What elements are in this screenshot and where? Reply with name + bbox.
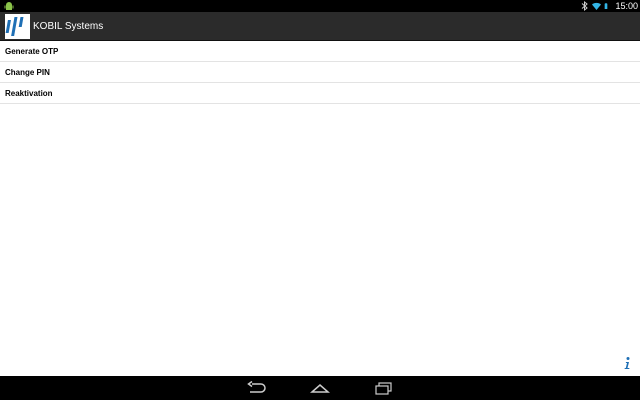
status-icons: 15:00 xyxy=(580,0,638,12)
home-icon xyxy=(310,384,330,393)
app-title: KOBIL Systems xyxy=(33,21,104,32)
change-pin-item[interactable]: Change PIN xyxy=(0,62,640,83)
home-button[interactable] xyxy=(310,381,330,395)
navigation-bar xyxy=(0,376,640,400)
menu-list: Generate OTP Change PIN Reaktivation xyxy=(0,41,640,104)
info-button[interactable] xyxy=(622,356,632,370)
recent-apps-icon xyxy=(375,382,392,395)
battery-icon xyxy=(605,3,608,9)
back-icon xyxy=(247,381,266,393)
app-bar: KOBIL Systems xyxy=(0,12,640,41)
status-clock: 15:00 xyxy=(615,1,638,11)
wifi-icon xyxy=(592,2,602,10)
info-icon xyxy=(624,357,630,369)
reaktivation-item[interactable]: Reaktivation xyxy=(0,83,640,104)
back-button[interactable] xyxy=(246,381,266,395)
android-notification-icon xyxy=(4,2,14,10)
generate-otp-item[interactable]: Generate OTP xyxy=(0,41,640,62)
bluetooth-icon xyxy=(582,1,589,11)
status-bar: 15:00 xyxy=(0,0,640,12)
kobil-logo xyxy=(5,14,30,39)
recent-apps-button[interactable] xyxy=(374,381,394,395)
